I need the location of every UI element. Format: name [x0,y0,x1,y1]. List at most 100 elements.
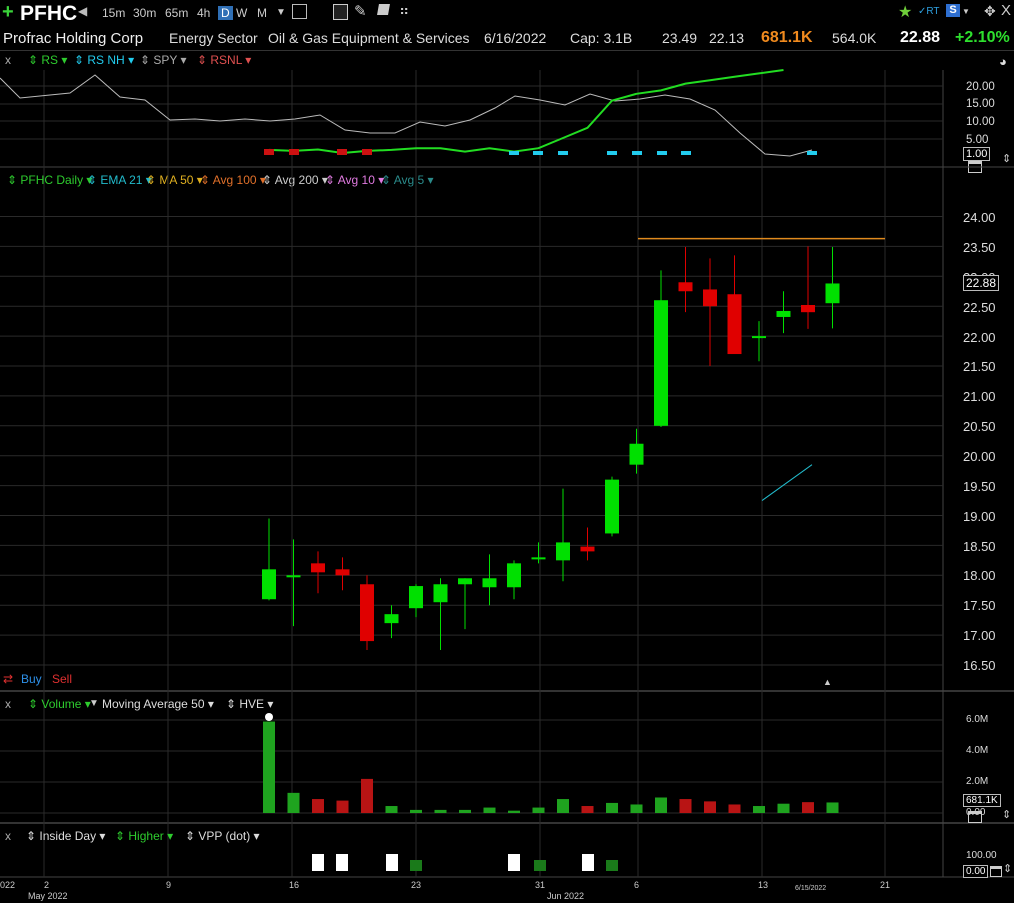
candle-body [825,283,840,304]
price-axis-22.50: 22.50 [963,300,996,315]
volume-bar [361,778,373,813]
volume-bar [385,806,398,813]
x-axis-9: 9 [166,880,172,890]
volume-bar [581,806,594,813]
volume-bar [557,799,569,813]
price-axis-21.50: 21.50 [963,359,996,374]
x-axis-16: 16 [289,880,300,890]
volume-item[interactable]: ⇕ Volume ▾ [28,697,91,711]
scroll-up-icon[interactable]: ▲ [823,677,832,687]
candle-body [531,557,546,560]
higher-marker [410,860,422,871]
price-axis-18.50: 18.50 [963,539,996,554]
candle-body [580,546,595,552]
rs-nh-marker [681,151,691,155]
inside-day-item[interactable]: ⇕ Inside Day ▾ [26,829,105,843]
candle-body [801,305,815,313]
moving-average-50-item[interactable]: Moving Average 50 ▾ [102,697,214,711]
volume-bar [508,810,520,813]
price-axis-20.50: 20.50 [963,419,996,434]
volume-collapse-icon[interactable]: ⇕ [1002,808,1011,821]
volume-panel-dropdown[interactable]: ▼ [89,698,99,709]
x-axis-31: 31 [535,880,546,890]
candle-body [335,569,350,576]
candle-body [654,300,668,426]
rs-nh-marker [558,151,568,155]
volume-bar [410,809,422,813]
volume-bar [826,802,839,813]
price-axis-17.00: 17.00 [963,628,996,643]
x-axis-month-jun: Jun 2022 [547,891,585,901]
volume-bar [704,801,716,813]
x-axis-21: 21 [880,880,891,890]
sell-button[interactable]: Sell [52,672,72,686]
volume-bar [679,799,692,813]
rs-nh-marker [533,151,543,155]
last-price-label: 22.88 [963,275,1000,291]
signals-panel-close[interactable]: x [5,829,11,843]
volume-axis-2m: 2.0M [966,776,989,787]
x-axis-left-partial: 022 [0,880,16,890]
volume-bar [655,797,667,813]
volume-value-label: 681.1K [963,794,1001,807]
price-axis-17.50: 17.50 [963,598,996,613]
rs-nh-marker [807,151,817,155]
candle-body [752,336,766,339]
candle-body [384,614,399,624]
volume-bar [728,804,741,813]
candle-body [605,479,619,534]
volume-bar [434,809,447,813]
candle-body [776,310,791,317]
signals-minimize-icon[interactable] [990,866,1002,877]
candle-body [262,569,276,600]
higher-marker [606,860,618,871]
spy-line [0,74,813,157]
x-axis-2: 2 [44,880,50,890]
volume-bar [287,792,300,813]
volume-bar [336,800,349,813]
rsnl-marker [264,149,274,155]
main-chart[interactable] [0,0,1014,903]
candle-body [703,289,717,307]
volume-bar [606,802,618,813]
price-axis-22.00: 22.00 [963,330,996,345]
volume-bar [263,721,275,813]
signals-collapse-icon[interactable]: ⇕ [1003,862,1012,875]
vpp-dot-item[interactable]: ⇕ VPP (dot) ▾ [185,829,260,843]
price-axis-19.50: 19.50 [963,479,996,494]
signals-panel-header: x ⇕ Inside Day ▾ ⇕ Higher ▾ ⇕ VPP (dot) … [0,829,940,845]
volume-panel-close[interactable]: x [5,697,11,711]
rsnl-marker [337,149,347,155]
candle-body [482,578,497,588]
candle-body [678,282,693,292]
inside-day-marker [582,854,594,871]
x-axis-month-may: May 2022 [28,891,68,901]
volume-axis-4m: 4.0M [966,745,989,756]
hve-item[interactable]: ⇕ HVE ▾ [226,697,273,711]
price-axis-16.50: 16.50 [963,658,996,673]
volume-bar [777,803,790,813]
signals-value-label: 0.00 [963,865,989,878]
volume-panel-header: x ⇕ Volume ▾ Moving Average 50 ▾ ⇕ HVE ▾ [0,697,940,713]
ema21-line [761,464,813,501]
volume-axis-6m: 6.0M [966,714,989,725]
candle-body [409,586,423,609]
volume-bar [532,807,545,813]
rs-nh-marker [657,151,667,155]
rs-nh-marker [632,151,642,155]
volume-minimize-icon[interactable] [968,811,982,823]
buy-button[interactable]: Buy [21,672,42,686]
higher-item[interactable]: ⇕ Higher ▾ [115,829,173,843]
rs-line [268,69,784,154]
higher-marker [534,860,546,871]
hve-dot [265,713,273,721]
inside-day-marker [312,854,324,871]
inside-day-marker [508,854,520,871]
buy-sell-icon[interactable]: ⇄ [3,672,13,686]
candle-body [286,575,301,578]
candle-body [311,563,325,573]
candle-body [360,584,374,642]
price-axis-23.50: 23.50 [963,240,996,255]
volume-bar [483,807,496,813]
candle-body [727,294,742,355]
